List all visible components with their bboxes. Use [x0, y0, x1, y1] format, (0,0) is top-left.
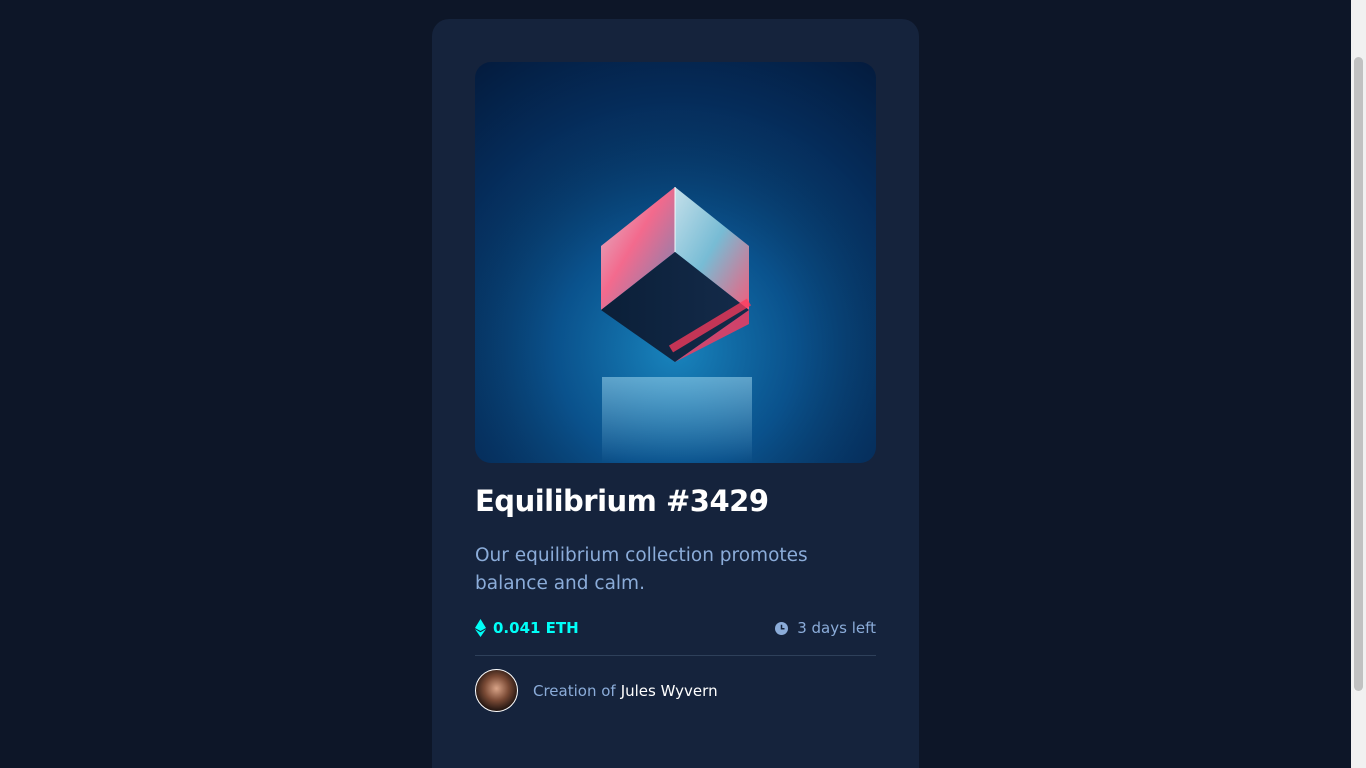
time-left-block: 3 days left — [775, 619, 876, 637]
clock-icon — [775, 621, 789, 635]
price-value: 0.041 ETH — [493, 619, 579, 637]
creator-prefix: Creation of — [533, 681, 616, 700]
ethereum-icon — [475, 619, 486, 637]
nft-card: Equilibrium #3429 Our equilibrium collec… — [432, 19, 919, 768]
page-scrollbar[interactable] — [1351, 0, 1366, 768]
avatar — [475, 669, 518, 712]
nft-description: Our equilibrium collection promotes bala… — [475, 545, 808, 594]
scrollbar-thumb[interactable] — [1354, 57, 1363, 691]
page: Equilibrium #3429 Our equilibrium collec… — [0, 0, 1366, 768]
creator-block: Creation of Jules Wyvern — [475, 669, 718, 712]
time-left-value: 3 days left — [797, 619, 876, 637]
cube-illustration — [475, 62, 876, 463]
nft-title[interactable]: Equilibrium #3429 — [475, 479, 769, 523]
nft-image[interactable] — [475, 62, 876, 463]
price-block: 0.041 ETH — [475, 619, 579, 637]
divider — [475, 655, 876, 656]
creator-name-link[interactable]: Jules Wyvern — [621, 682, 718, 700]
